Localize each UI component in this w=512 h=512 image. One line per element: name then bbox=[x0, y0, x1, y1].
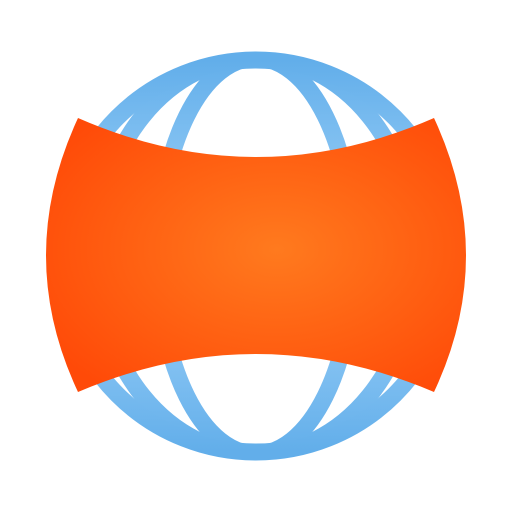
app-icon bbox=[0, 0, 512, 512]
orange-band bbox=[46, 118, 466, 392]
globe-with-band-icon bbox=[46, 51, 466, 461]
